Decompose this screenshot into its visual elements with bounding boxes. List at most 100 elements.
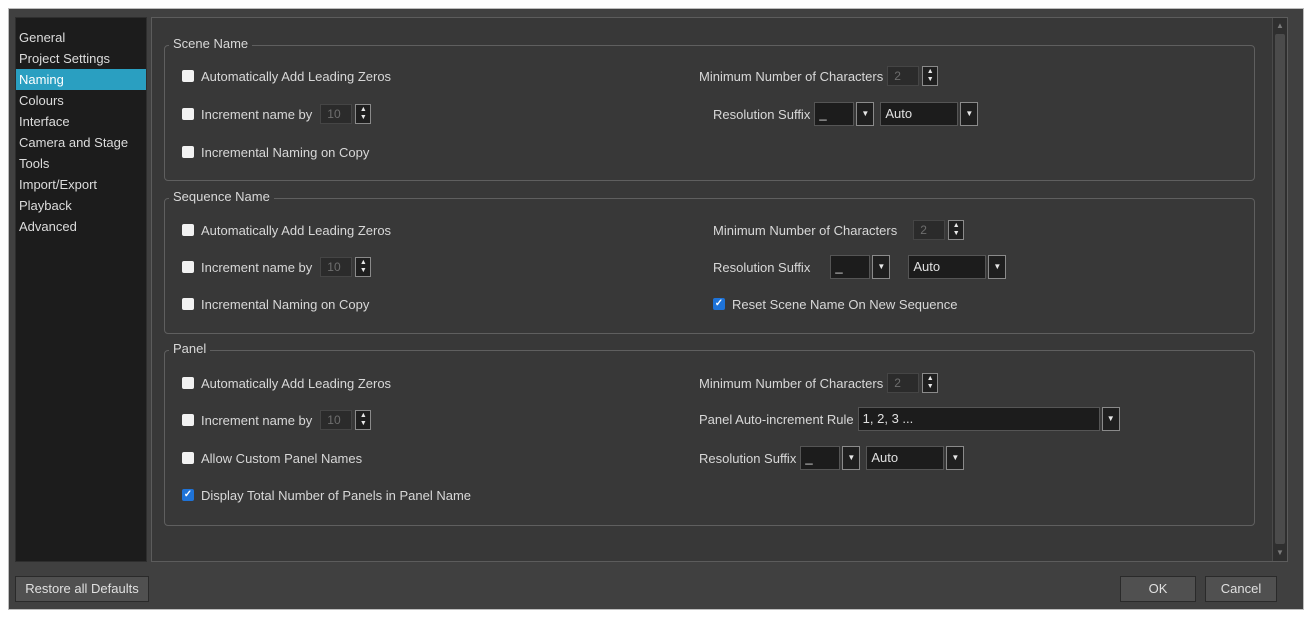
panel-res-separator-value: _ [800, 446, 841, 470]
sequence-leading-zeros-row: Automatically Add Leading Zeros [182, 220, 391, 240]
scene-min-chars-stepper: 2 ▲ ▼ [887, 66, 939, 86]
ok-button[interactable]: OK [1120, 576, 1196, 602]
sidebar-item-camera-and-stage[interactable]: Camera and Stage [16, 132, 146, 153]
sidebar-item-tools[interactable]: Tools [16, 153, 146, 174]
chevron-down-icon[interactable]: ▼ [872, 255, 891, 279]
chevron-down-icon[interactable]: ▼ [1101, 407, 1120, 431]
scene-res-separator-select[interactable]: _ ▼ [814, 102, 875, 126]
scene-increment-stepper: 10 ▲ ▼ [320, 104, 372, 124]
scene-name-group-title: Scene Name [169, 36, 253, 51]
sidebar-item-advanced[interactable]: Advanced [16, 216, 146, 237]
sequence-reset-label: Reset Scene Name On New Sequence [732, 296, 958, 312]
sequence-res-mode-select[interactable]: Auto ▼ [908, 255, 1007, 279]
scene-copy-row: Incremental Naming on Copy [182, 142, 369, 162]
arrow-up-icon: ▲ [926, 68, 934, 75]
panel-res-mode-value: Auto [866, 446, 945, 470]
panel-rule-row: Panel Auto-increment Rule 1, 2, 3 ... ▼ [699, 407, 1120, 431]
sidebar-item-import-export[interactable]: Import/Export [16, 174, 146, 195]
scene-res-mode-value: Auto [880, 102, 959, 126]
panel-leading-zeros-label: Automatically Add Leading Zeros [201, 375, 392, 391]
sequence-name-group-title: Sequence Name [169, 189, 274, 204]
sequence-increment-value[interactable]: 10 [320, 257, 353, 277]
panel-min-chars-spin-buttons[interactable]: ▲ ▼ [922, 373, 939, 393]
panel-res-separator-select[interactable]: _ ▼ [800, 446, 861, 470]
scene-increment-checkbox[interactable] [182, 108, 194, 120]
arrow-down-icon: ▼ [926, 383, 934, 390]
panel-increment-checkbox[interactable] [182, 414, 194, 426]
panel-leading-zeros-checkbox[interactable] [182, 377, 194, 389]
vertical-scrollbar[interactable]: ▲ ▼ [1272, 18, 1287, 561]
scene-leading-zeros-label: Automatically Add Leading Zeros [201, 68, 392, 84]
scene-min-chars-label: Minimum Number of Characters [699, 68, 884, 84]
cancel-button[interactable]: Cancel [1205, 576, 1277, 602]
panel-display-total-checkbox[interactable]: ✓ [182, 489, 194, 501]
sequence-increment-spin-buttons[interactable]: ▲ ▼ [355, 257, 372, 277]
panel-rule-select[interactable]: 1, 2, 3 ... ▼ [857, 407, 1120, 431]
scene-increment-value[interactable]: 10 [320, 104, 353, 124]
scroll-up-icon[interactable]: ▲ [1273, 19, 1287, 33]
sidebar-item-project-settings[interactable]: Project Settings [16, 48, 146, 69]
sequence-res-mode-value: Auto [908, 255, 987, 279]
scene-min-chars-spin-buttons[interactable]: ▲ ▼ [922, 66, 939, 86]
scene-copy-checkbox[interactable] [182, 146, 194, 158]
panel-increment-spin-buttons[interactable]: ▲ ▼ [355, 410, 372, 430]
sequence-leading-zeros-checkbox[interactable] [182, 224, 194, 236]
arrow-up-icon: ▲ [359, 106, 367, 113]
sidebar-item-colours[interactable]: Colours [16, 90, 146, 111]
chevron-down-icon[interactable]: ▼ [988, 255, 1007, 279]
sequence-min-chars-row: Minimum Number of Characters 2 ▲ ▼ [713, 220, 965, 240]
scene-leading-zeros-checkbox[interactable] [182, 70, 194, 82]
panel-res-mode-select[interactable]: Auto ▼ [866, 446, 965, 470]
restore-defaults-button[interactable]: Restore all Defaults [15, 576, 149, 602]
panel-min-chars-value[interactable]: 2 [887, 373, 920, 393]
arrow-up-icon: ▲ [926, 375, 934, 382]
scene-copy-label: Incremental Naming on Copy [201, 144, 370, 160]
scene-res-separator-value: _ [814, 102, 855, 126]
sequence-res-suffix-label: Resolution Suffix [713, 259, 811, 275]
scrollbar-thumb[interactable] [1275, 34, 1285, 544]
chevron-down-icon[interactable]: ▼ [842, 446, 861, 470]
arrow-down-icon: ▼ [359, 114, 367, 121]
sequence-increment-checkbox[interactable] [182, 261, 194, 273]
chevron-down-icon[interactable]: ▼ [960, 102, 979, 126]
panel-group-title: Panel [169, 341, 211, 356]
sequence-reset-checkbox[interactable]: ✓ [713, 298, 725, 310]
chevron-down-icon[interactable]: ▼ [856, 102, 875, 126]
scene-min-chars-value[interactable]: 2 [887, 66, 920, 86]
panel-custom-checkbox[interactable] [182, 452, 194, 464]
arrow-down-icon: ▼ [952, 230, 960, 237]
sidebar-item-naming[interactable]: Naming [16, 69, 146, 90]
sequence-min-chars-label: Minimum Number of Characters [713, 222, 898, 238]
scene-res-mode-select[interactable]: Auto ▼ [880, 102, 979, 126]
checkmark-icon: ✓ [183, 489, 193, 500]
scene-increment-spin-buttons[interactable]: ▲ ▼ [355, 104, 372, 124]
scene-leading-zeros-row: Automatically Add Leading Zeros [182, 66, 391, 86]
panel-increment-label: Increment name by [201, 412, 313, 428]
sequence-min-chars-spin-buttons[interactable]: ▲ ▼ [948, 220, 965, 240]
panel-increment-row: Increment name by 10 ▲ ▼ [182, 410, 372, 430]
panel-min-chars-label: Minimum Number of Characters [699, 375, 884, 391]
chevron-down-icon[interactable]: ▼ [946, 446, 965, 470]
panel-res-suffix-label: Resolution Suffix [699, 450, 797, 466]
sequence-min-chars-value[interactable]: 2 [913, 220, 946, 240]
sidebar-item-playback[interactable]: Playback [16, 195, 146, 216]
sidebar-item-general[interactable]: General [16, 27, 146, 48]
sidebar-item-interface[interactable]: Interface [16, 111, 146, 132]
naming-settings-panel: Scene Name Automatically Add Leading Zer… [151, 17, 1288, 562]
sequence-copy-checkbox[interactable] [182, 298, 194, 310]
sequence-leading-zeros-label: Automatically Add Leading Zeros [201, 222, 392, 238]
preferences-category-list: General Project Settings Naming Colours … [15, 17, 147, 562]
scene-res-suffix-label: Resolution Suffix [713, 106, 811, 122]
sequence-increment-label: Increment name by [201, 259, 313, 275]
sequence-name-group: Sequence Name Automatically Add Leading … [164, 189, 1255, 334]
sequence-res-separator-select[interactable]: _ ▼ [830, 255, 891, 279]
arrow-down-icon: ▼ [926, 76, 934, 83]
sequence-copy-label: Incremental Naming on Copy [201, 296, 370, 312]
panel-rule-value: 1, 2, 3 ... [857, 407, 1100, 431]
panel-group: Panel Automatically Add Leading Zeros In… [164, 341, 1255, 526]
sequence-res-suffix-row: Resolution Suffix _ ▼ Auto ▼ [713, 255, 1007, 279]
panel-increment-value[interactable]: 10 [320, 410, 353, 430]
scroll-down-icon[interactable]: ▼ [1273, 546, 1287, 560]
scene-increment-label: Increment name by [201, 106, 313, 122]
arrow-up-icon: ▲ [359, 412, 367, 419]
